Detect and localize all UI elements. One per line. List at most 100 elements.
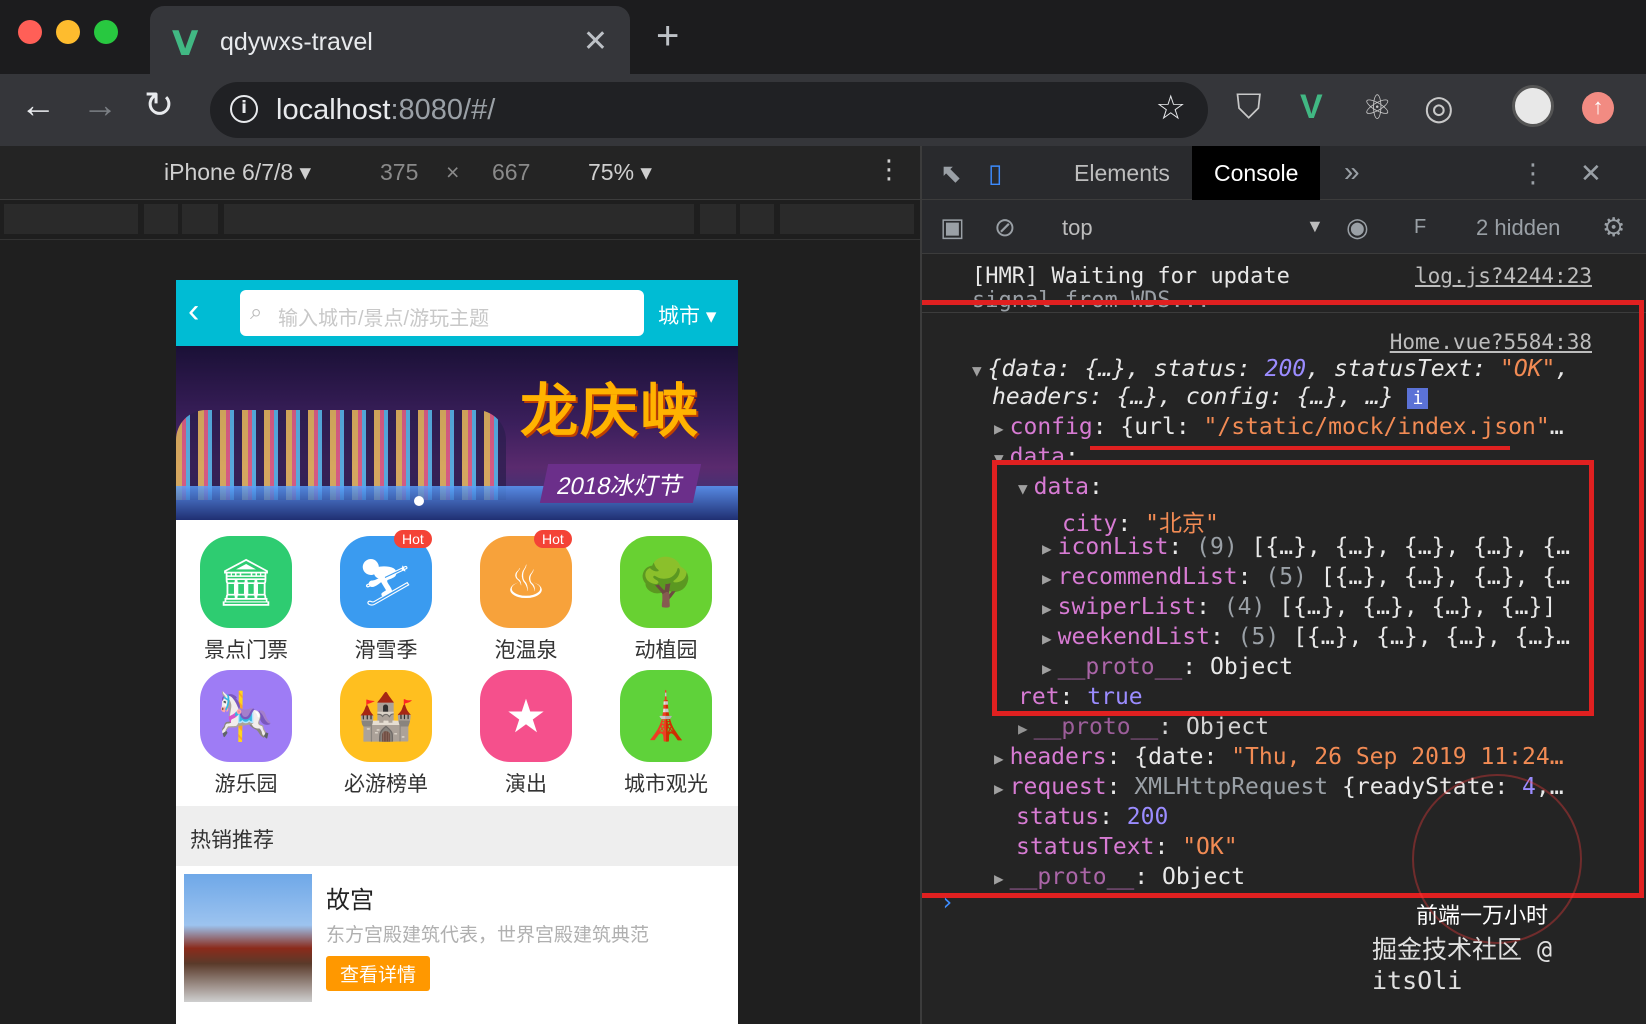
- tower-icon: 🗼: [620, 670, 712, 762]
- minimize-window-button[interactable]: [56, 20, 80, 44]
- console-prompt[interactable]: ›: [940, 888, 954, 916]
- category-label: 必游榜单: [344, 773, 428, 796]
- view-details-button[interactable]: 查看详情: [326, 956, 431, 991]
- url-rest: :8080/#/: [390, 94, 496, 126]
- mobile-page: ‹ ⌕ 输入城市/景点/游玩主题 城市 ▾ 龙庆峡 2018冰灯节 🏛 景点门票 ⛷…: [176, 280, 738, 1024]
- maximize-window-button[interactable]: [94, 20, 118, 44]
- bookmark-star-icon[interactable]: ☆: [1156, 88, 1186, 128]
- category-icon-item[interactable]: ⛷ Hot 滑雪季: [316, 524, 456, 664]
- vue-logo-icon: V: [172, 24, 199, 64]
- console-settings-gear-icon[interactable]: ⚙: [1602, 212, 1625, 243]
- search-input[interactable]: ⌕ 输入城市/景点/游玩主题: [240, 290, 644, 336]
- devtools-tabbar: ⬉ ▯ Elements Console » ⋮ ✕: [922, 146, 1646, 200]
- data-highlight-box: [992, 460, 1594, 716]
- section-header: 热销推荐: [176, 806, 738, 866]
- console-output: [HMR] Waiting for update signal from WDS…: [922, 254, 1646, 1024]
- profile-avatar[interactable]: [1512, 85, 1554, 127]
- url-text[interactable]: localhost:8080/#/: [276, 94, 495, 127]
- recommend-desc: 东方宫殿建筑代表，世界宫殿建筑典范: [326, 925, 650, 946]
- carousel-icon: 🎠: [200, 670, 292, 762]
- back-button[interactable]: ←: [20, 84, 56, 126]
- zoom-value: 75%: [588, 159, 635, 185]
- viewport-width[interactable]: 375: [380, 159, 418, 186]
- hmr-source-link[interactable]: log.js?4244:23: [1415, 264, 1592, 288]
- device-name: iPhone 6/7/8: [164, 159, 294, 185]
- devtools-menu-icon[interactable]: ⋮: [1520, 158, 1546, 189]
- dimension-separator: ×: [446, 159, 460, 185]
- icon-grid: 🏛 景点门票 ⛷ Hot 滑雪季 ♨ Hot 泡温泉 🌳 动植园 🎠 游乐园 🏰 必游榜单 ★ 演出 🗼 城市观光: [176, 520, 738, 806]
- close-window-button[interactable]: [18, 20, 42, 44]
- theater-icon: ★: [480, 670, 572, 762]
- sidebar-toggle-icon[interactable]: ▣: [940, 212, 965, 243]
- update-icon[interactable]: ↑: [1582, 92, 1614, 124]
- device-toolbar: iPhone 6/7/8 ▾ 375 × 667 75% ▾ ⋮: [0, 146, 920, 200]
- context-caret-icon[interactable]: ▼: [1306, 216, 1324, 237]
- mobile-header: ‹ ⌕ 输入城市/景点/游玩主题 城市 ▾: [176, 280, 738, 346]
- section-title: 热销推荐: [190, 829, 274, 852]
- banner-subtitle: 2018冰灯节: [539, 464, 702, 503]
- search-icon: ⌕: [250, 299, 263, 324]
- media-query-ruler: [0, 200, 920, 240]
- recommend-name: 故宫: [326, 887, 374, 914]
- console-toolbar: ▣ ⊘ top ▼ ◉ F 2 hidden ⚙: [922, 200, 1646, 254]
- category-label: 演出: [505, 773, 547, 796]
- forward-button[interactable]: →: [82, 84, 118, 126]
- browser-toolbar: ← → ↻ i localhost:8080/#/ ☆ ⛉ V ⚛ ◎ ↑: [0, 74, 1646, 146]
- filter-input[interactable]: F: [1414, 216, 1426, 239]
- new-tab-button[interactable]: +: [656, 14, 679, 59]
- live-expression-eye-icon[interactable]: ◉: [1346, 212, 1369, 243]
- watermark-credit: 掘金技术社区 @ itsOli: [1372, 935, 1553, 995]
- browser-tab[interactable]: V qdywxs-travel ✕: [150, 6, 630, 74]
- watermark-title: 前端一万小时: [1416, 904, 1549, 929]
- category-label: 游乐园: [214, 773, 278, 796]
- ski-icon: ⛷: [340, 536, 432, 628]
- inspect-element-icon[interactable]: ⬉: [940, 158, 962, 189]
- hmr-message: [HMR] Waiting for update: [972, 264, 1290, 289]
- shield-extension-icon[interactable]: ⛉: [1236, 88, 1262, 127]
- category-label: 城市观光: [624, 773, 708, 796]
- reload-button[interactable]: ↻: [144, 84, 174, 126]
- banner-brand: 龙庆峡: [520, 377, 701, 445]
- vue-devtools-icon[interactable]: V: [1300, 88, 1323, 127]
- category-icon-item[interactable]: ♨ Hot 泡温泉: [456, 524, 596, 664]
- viewport-height[interactable]: 667: [492, 159, 530, 186]
- category-icon-item[interactable]: 🏛 景点门票: [176, 524, 316, 664]
- more-tabs-icon[interactable]: »: [1344, 156, 1360, 188]
- devtools-close-icon[interactable]: ✕: [1580, 158, 1602, 189]
- device-toggle-icon[interactable]: ▯: [988, 158, 1002, 189]
- context-select[interactable]: top: [1062, 215, 1093, 241]
- city-select[interactable]: 城市 ▾: [658, 300, 716, 330]
- url-host: localhost: [276, 94, 391, 126]
- device-more-icon[interactable]: ⋮: [876, 154, 902, 185]
- hot-badge: Hot: [394, 530, 432, 548]
- recommend-thumbnail: [184, 874, 312, 1002]
- back-arrow-icon[interactable]: ‹: [188, 292, 199, 331]
- tab-title: qdywxs-travel: [220, 28, 373, 56]
- category-icon-item[interactable]: 🗼 城市观光: [596, 658, 736, 798]
- temple-icon: 🏛: [200, 536, 292, 628]
- category-icon-item[interactable]: 🎠 游乐园: [176, 658, 316, 798]
- site-info-icon[interactable]: i: [230, 95, 258, 123]
- react-devtools-icon[interactable]: ⚛: [1362, 88, 1392, 128]
- tab-console[interactable]: Console: [1192, 146, 1321, 200]
- device-select[interactable]: iPhone 6/7/8 ▾: [164, 159, 311, 186]
- tab-close-icon[interactable]: ✕: [583, 24, 608, 59]
- tab-elements[interactable]: Elements: [1052, 146, 1192, 200]
- recommend-item[interactable]: 故宫 东方宫殿建筑代表，世界宫殿建筑典范 查看详情: [176, 866, 738, 1024]
- category-icon-item[interactable]: 🏰 必游榜单: [316, 658, 456, 798]
- city-label: 城市: [658, 305, 700, 328]
- hot-spring-icon: ♨: [480, 536, 572, 628]
- castle-icon: 🏰: [340, 670, 432, 762]
- address-bar[interactable]: i localhost:8080/#/ ☆: [210, 82, 1208, 138]
- hot-badge: Hot: [534, 530, 572, 548]
- zoo-icon: 🌳: [620, 536, 712, 628]
- hidden-count[interactable]: 2 hidden: [1476, 215, 1560, 241]
- target-extension-icon[interactable]: ◎: [1424, 88, 1454, 128]
- clear-console-icon[interactable]: ⊘: [994, 212, 1016, 243]
- tab-strip: V qdywxs-travel ✕ +: [0, 0, 1646, 74]
- swiper-pagination-dot[interactable]: [414, 496, 424, 506]
- category-icon-item[interactable]: 🌳 动植园: [596, 524, 736, 664]
- zoom-select[interactable]: 75% ▾: [588, 159, 652, 186]
- category-icon-item[interactable]: ★ 演出: [456, 658, 596, 798]
- swiper-banner[interactable]: 龙庆峡 2018冰灯节: [176, 346, 738, 520]
